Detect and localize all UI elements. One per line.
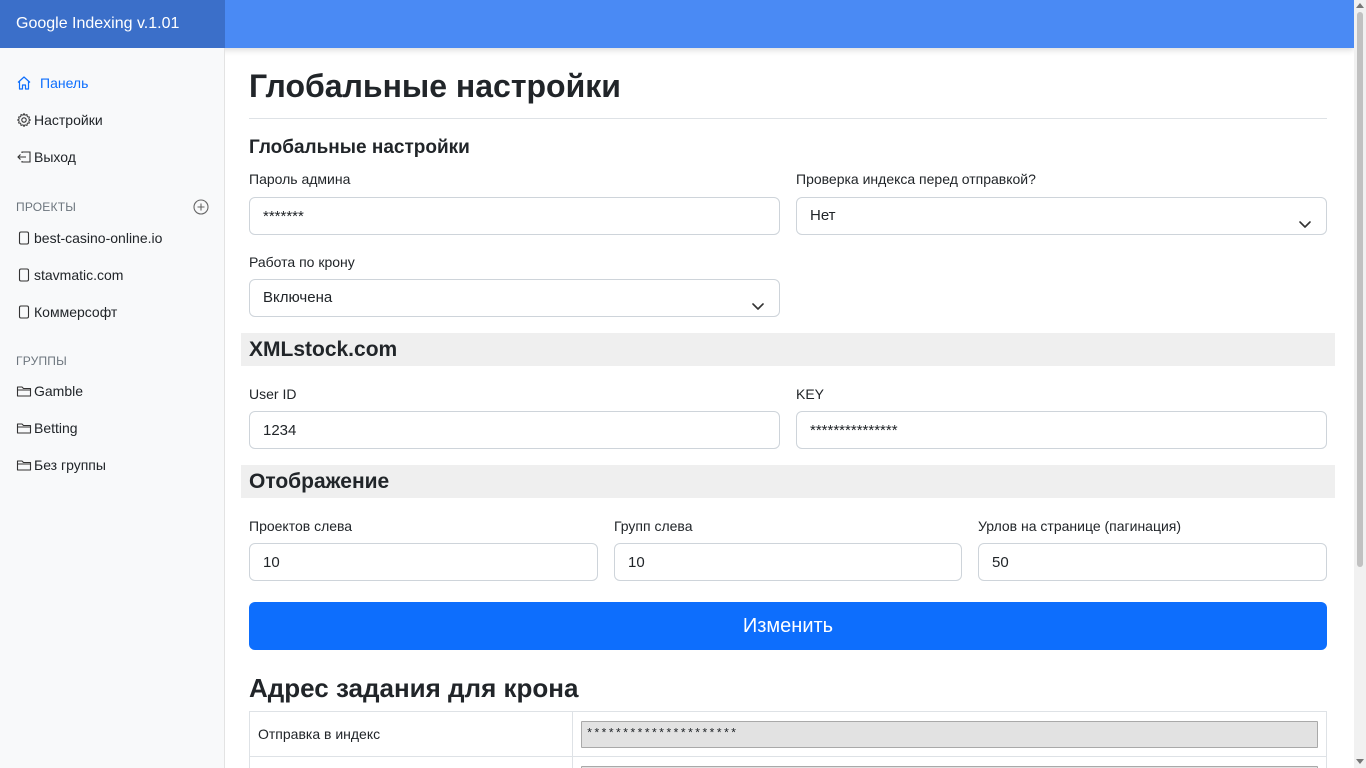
groups-left-input[interactable] [614, 543, 962, 581]
index-check-label: Проверка индекса перед отправкой? [796, 171, 1036, 187]
group-label: Betting [34, 420, 78, 436]
key-input[interactable] [796, 411, 1327, 449]
chevron-down-icon [751, 291, 765, 310]
cron-task-cell: ********************* [572, 711, 1327, 757]
add-project-icon[interactable] [192, 198, 210, 216]
key-label: KEY [796, 386, 825, 402]
nav-item-logout[interactable]: Выход [16, 146, 76, 168]
file-icon [16, 304, 32, 320]
xmlstock-section-header: XMLstock.com [241, 333, 1335, 366]
sidebar: Панель Настройки Выход ПРОЕКТЫ best-casi… [0, 48, 225, 768]
file-icon [16, 230, 32, 246]
projects-left-input[interactable] [249, 543, 598, 581]
groups-heading: ГРУППЫ [16, 354, 67, 368]
cron-select[interactable]: Включена [249, 279, 780, 317]
page-scrollbar[interactable] [1354, 0, 1366, 768]
xmlstock-heading: XMLstock.com [249, 338, 398, 361]
cron-table: Отправка в индекс ********************* [249, 711, 1327, 768]
project-item[interactable]: Коммерсофт [16, 301, 117, 323]
divider [249, 118, 1327, 119]
logout-icon [16, 149, 32, 165]
folder-icon [16, 383, 32, 399]
scroll-up-icon[interactable] [1356, 3, 1364, 8]
nav-item-dashboard[interactable]: Панель [16, 72, 88, 94]
group-label: Без группы [34, 457, 106, 473]
nav-label: Панель [40, 75, 89, 91]
project-item[interactable]: best-casino-online.io [16, 227, 162, 249]
projects-left-label: Проектов слева [249, 518, 353, 534]
home-icon [16, 75, 32, 91]
project-label: best-casino-online.io [34, 230, 163, 246]
nav-label: Настройки [34, 112, 103, 128]
gear-icon [16, 112, 32, 128]
admin-password-input[interactable] [249, 197, 780, 235]
display-section-header: Отображение [241, 465, 1335, 498]
app-title[interactable]: Google Indexing v.1.01 [0, 0, 225, 48]
project-label: Коммерсофт [34, 304, 118, 320]
table-row [249, 756, 1327, 768]
project-label: stavmatic.com [34, 267, 124, 283]
groups-left-label: Групп слева [614, 518, 693, 534]
chevron-down-icon [1298, 209, 1312, 228]
select-value: Нет [810, 207, 836, 224]
cron-label: Работа по крону [249, 254, 355, 270]
table-row: Отправка в индекс ********************* [249, 711, 1327, 757]
group-item[interactable]: Без группы [16, 454, 106, 476]
group-label: Gamble [34, 383, 84, 399]
folder-icon [16, 457, 32, 473]
group-item[interactable]: Betting [16, 417, 78, 439]
scroll-down-icon[interactable] [1356, 759, 1364, 764]
display-heading: Отображение [249, 470, 390, 493]
admin-password-label: Пароль админа [249, 171, 351, 187]
user-id-label: User ID [249, 386, 297, 402]
save-button[interactable]: Изменить [249, 602, 1327, 650]
user-id-input[interactable] [249, 411, 780, 449]
cron-task-name: Отправка в индекс [249, 711, 573, 757]
index-check-select[interactable]: Нет [796, 197, 1327, 235]
select-value: Включена [263, 289, 333, 306]
main-content: Глобальные настройки Глобальные настройк… [225, 48, 1354, 768]
page-title: Глобальные настройки [249, 68, 621, 104]
cron-section-heading: Адрес задания для крона [249, 673, 579, 703]
scrollbar-thumb[interactable] [1357, 12, 1363, 567]
cron-task-cell [572, 756, 1327, 768]
projects-heading: ПРОЕКТЫ [16, 200, 77, 214]
urls-per-page-label: Урлов на странице (пагинация) [978, 518, 1182, 534]
urls-per-page-input[interactable] [978, 543, 1327, 581]
nav-item-settings[interactable]: Настройки [16, 109, 103, 131]
global-settings-heading: Глобальные настройки [249, 137, 470, 158]
file-icon [16, 267, 32, 283]
project-item[interactable]: stavmatic.com [16, 264, 123, 286]
folder-icon [16, 420, 32, 436]
group-item[interactable]: Gamble [16, 380, 83, 402]
nav-label: Выход [34, 149, 76, 165]
cron-url-field[interactable]: ********************* [581, 720, 1318, 748]
cron-task-name [249, 756, 573, 768]
